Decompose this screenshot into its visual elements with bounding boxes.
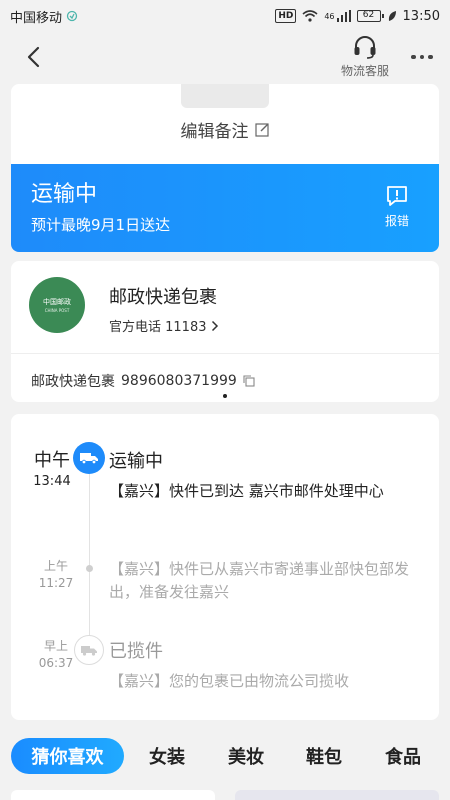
tab-womens-clothing[interactable]: 女装: [140, 738, 194, 774]
event-time-period: 中午: [34, 450, 70, 471]
divider: [11, 353, 439, 354]
edit-note-label: 编辑备注: [180, 121, 249, 142]
courier-phone-link[interactable]: 官方电话 11183: [109, 316, 219, 335]
headset-icon: [354, 36, 376, 59]
tracking-number-row[interactable]: 邮政快递包裹 9896080371999: [31, 371, 255, 391]
report-error-button[interactable]: 报错: [379, 184, 415, 234]
tab-guess-you-like[interactable]: 猜你喜欢: [11, 738, 124, 774]
more-button[interactable]: [404, 44, 440, 70]
event-description: 【嘉兴】您的包裹已由物流公司揽收: [109, 672, 350, 690]
status-card: 编辑备注 运输中 预计最晚9月1日送达 报错: [11, 84, 439, 252]
signal-bars-icon: [336, 10, 351, 22]
logistics-timeline: 中午 13:44 运输中 【嘉兴】快件已到达 嘉兴市邮件处理中心 上午 11:2…: [11, 414, 439, 720]
copy-icon[interactable]: [243, 375, 255, 387]
hd-call-icon: [66, 10, 78, 22]
event-description: 【嘉兴】快件已从嘉兴市寄递事业部快包部发出，准备发往嘉兴: [109, 560, 410, 601]
event-time: 上午 11:27: [31, 557, 81, 590]
service-label: 物流客服: [340, 64, 389, 78]
event-title: 运输中: [109, 451, 163, 472]
pickup-truck-icon: [74, 635, 104, 665]
leaf-icon: [388, 11, 396, 21]
tracking-label: 邮政快递包裹: [31, 374, 115, 390]
logistics-service-button[interactable]: 物流客服: [330, 34, 400, 82]
header-bar: 物流客服: [0, 32, 450, 84]
chevron-right-icon: [211, 320, 218, 331]
event-time-clock: 13:44: [33, 474, 71, 489]
report-label: 报错: [384, 214, 409, 228]
status-time: 13:50: [402, 8, 440, 24]
tab-beauty[interactable]: 美妆: [219, 738, 273, 774]
signal-label: 46: [324, 11, 335, 21]
event-title: 已揽件: [109, 641, 163, 662]
status-right: HD 46 62 13:50: [275, 9, 440, 24]
china-post-logo: 中国邮政 CHINA POST: [29, 277, 85, 333]
tracking-number: 9896080371999: [121, 373, 237, 389]
chevron-left-icon: [27, 46, 40, 68]
status-title: 运输中: [31, 182, 98, 207]
alert-message-icon: [387, 186, 407, 206]
phone-label: 官方电话 11183: [109, 320, 207, 335]
eta-text: 预计最晚9月1日送达: [31, 216, 171, 234]
recommend-tabs: 猜你喜欢 女装 美妆 鞋包 食品: [0, 730, 450, 780]
event-time-clock: 11:27: [38, 576, 74, 590]
product-card-peek[interactable]: [235, 790, 439, 800]
wifi-icon: [302, 10, 318, 22]
edit-note-button[interactable]: 编辑备注: [11, 114, 439, 144]
courier-name: 邮政快递包裹: [109, 287, 217, 308]
timeline-dot: [86, 565, 93, 572]
battery-indicator: 62: [356, 10, 384, 22]
event-time-clock: 06:37: [38, 656, 74, 670]
more-dot-2: [419, 54, 425, 60]
page-indicator-dot: [223, 394, 227, 398]
event-time-period: 上午: [43, 559, 68, 573]
logo-subtext: CHINA POST: [44, 308, 70, 313]
timeline-line: [89, 474, 90, 636]
package-thumbnail: [181, 84, 269, 108]
hd-badge: HD: [275, 9, 297, 23]
status-bar: 中国移动 HD 46 62 13:50: [0, 0, 450, 32]
more-dot-3: [428, 54, 433, 60]
tab-food[interactable]: 食品: [376, 738, 430, 774]
carrier-name: 中国移动: [10, 10, 63, 26]
status-left: 中国移动: [10, 7, 78, 26]
product-card-peek[interactable]: [11, 790, 215, 800]
event-time: 中午 13:44: [27, 446, 77, 489]
back-button[interactable]: [18, 42, 48, 72]
pencil-icon: [254, 122, 269, 137]
transit-status-banner: 运输中 预计最晚9月1日送达 报错: [11, 164, 439, 252]
courier-card: 中国邮政 CHINA POST 邮政快递包裹 官方电话 11183 邮政快递包裹…: [11, 261, 439, 402]
event-description: 【嘉兴】快件已到达 嘉兴市邮件处理中心: [109, 482, 384, 500]
logo-text: 中国邮政: [43, 298, 71, 306]
more-dots-icon: [411, 54, 416, 60]
tab-shoes-bags[interactable]: 鞋包: [297, 738, 351, 774]
truck-icon: [73, 442, 105, 474]
